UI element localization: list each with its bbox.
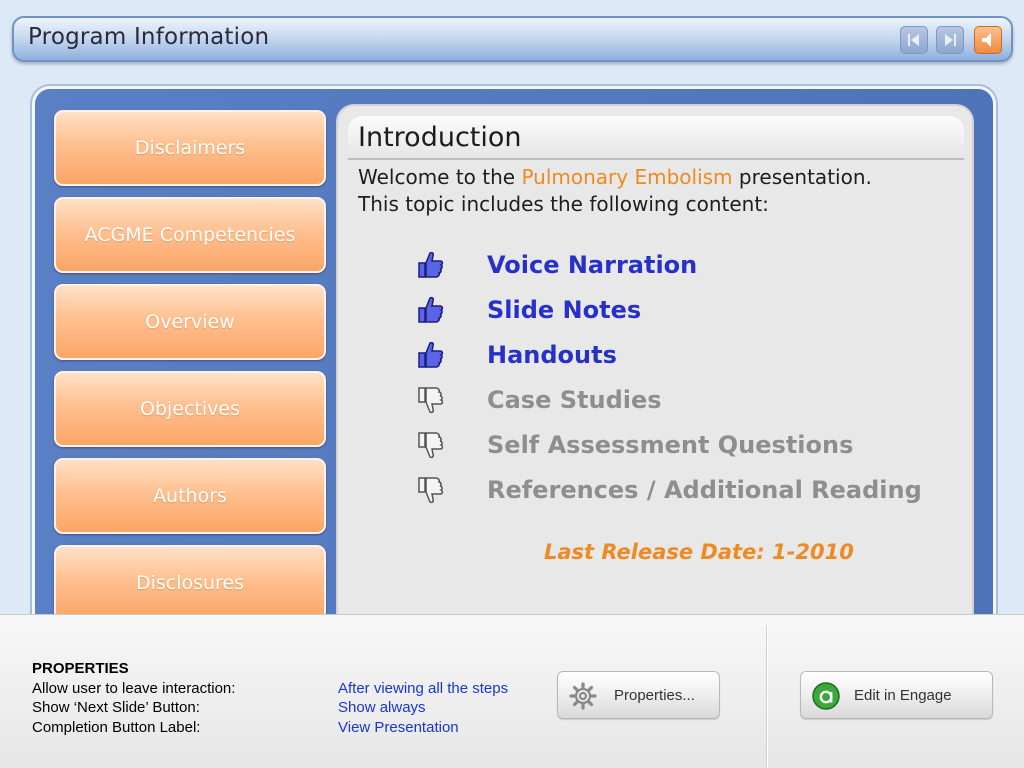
content-item-handouts: Handouts xyxy=(416,340,976,374)
sidebar-item-label: Objectives xyxy=(140,398,240,420)
thumbs-up-icon xyxy=(418,251,444,278)
property-row: Allow user to leave interaction: After v… xyxy=(32,679,552,699)
properties-bar: PROPERTIES Allow user to leave interacti… xyxy=(0,614,1024,768)
thumbs-down-icon xyxy=(418,477,444,504)
welcome-line-2: This topic includes the following conten… xyxy=(358,192,769,216)
engage-logo-icon xyxy=(812,682,840,710)
sidebar-item-label: Disclaimers xyxy=(134,137,246,159)
sidebar-item-disclosures[interactable]: Disclosures xyxy=(54,545,326,621)
property-value: After viewing all the steps xyxy=(338,679,509,697)
thumbs-up-icon xyxy=(418,341,444,368)
content-heading: Introduction xyxy=(358,122,522,153)
sidebar-item-label: Disclosures xyxy=(135,572,245,594)
properties-button-label: Properties... xyxy=(614,687,695,704)
bar-divider xyxy=(766,625,768,768)
edit-in-engage-button[interactable]: Edit in Engage xyxy=(800,671,993,719)
properties-list: PROPERTIES Allow user to leave interacti… xyxy=(32,659,552,737)
property-label: Completion Button Label: xyxy=(32,718,201,736)
content-item-slide-notes: Slide Notes xyxy=(416,295,976,329)
content-item-self-assessment-questions: Self Assessment Questions xyxy=(416,430,976,464)
content-item-label: Handouts xyxy=(487,341,617,369)
sidebar-item-authors[interactable]: Authors xyxy=(54,458,326,534)
sidebar-item-label: Authors xyxy=(153,485,227,507)
sidebar-item-disclaimers[interactable]: Disclaimers xyxy=(54,110,326,186)
thumbs-down-icon xyxy=(418,387,444,414)
content-item-case-studies: Case Studies xyxy=(416,385,976,419)
welcome-text: Welcome to the Pulmonary Embolism presen… xyxy=(358,164,968,218)
content-item-label: Voice Narration xyxy=(487,251,698,279)
sidebar-item-label: Overview xyxy=(145,311,235,333)
sidebar-item-objectives[interactable]: Objectives xyxy=(54,371,326,447)
prev-button[interactable] xyxy=(900,26,928,54)
sidebar-item-label: ACGME Competencies xyxy=(84,224,296,246)
gear-icon xyxy=(569,682,597,710)
speaker-icon xyxy=(982,33,991,47)
prev-arrow-icon xyxy=(908,34,919,46)
next-button[interactable] xyxy=(936,26,964,54)
next-arrow-icon xyxy=(945,34,956,46)
content-item-label: Case Studies xyxy=(487,386,662,414)
content-item-voice-narration: Voice Narration xyxy=(416,250,976,284)
edit-in-engage-label: Edit in Engage xyxy=(854,687,952,704)
property-label: Allow user to leave interaction: xyxy=(32,679,236,697)
sidebar-item-overview[interactable]: Overview xyxy=(54,284,326,360)
welcome-suffix: presentation. xyxy=(738,165,872,189)
thumbs-up-icon xyxy=(418,296,444,323)
property-value: View Presentation xyxy=(338,718,459,736)
properties-button[interactable]: Properties... xyxy=(557,671,720,719)
property-row: Completion Button Label: View Presentati… xyxy=(32,718,552,738)
content-item-label: Self Assessment Questions xyxy=(487,431,854,459)
content-header: Introduction xyxy=(348,116,964,160)
welcome-prefix: Welcome to the xyxy=(358,165,516,189)
thumbs-down-icon xyxy=(418,432,444,459)
property-label: Show ‘Next Slide’ Button: xyxy=(32,699,200,716)
property-row: Show ‘Next Slide’ Button: Show always xyxy=(32,698,552,718)
content-item-label: References / Additional Reading xyxy=(487,476,922,504)
release-date: Last Release Date: 1-2010 xyxy=(544,540,854,564)
sidebar-item-acgme-competencies[interactable]: ACGME Competencies xyxy=(54,197,326,273)
properties-header: PROPERTIES xyxy=(32,660,129,677)
window-title: Program Information xyxy=(28,24,270,50)
sound-button[interactable] xyxy=(974,26,1002,54)
topic-name: Pulmonary Embolism xyxy=(521,165,733,189)
title-bar: Program Information xyxy=(12,16,1013,62)
property-value: Show always xyxy=(338,699,426,716)
content-item-label: Slide Notes xyxy=(487,296,642,324)
content-item-references: References / Additional Reading xyxy=(416,475,976,509)
